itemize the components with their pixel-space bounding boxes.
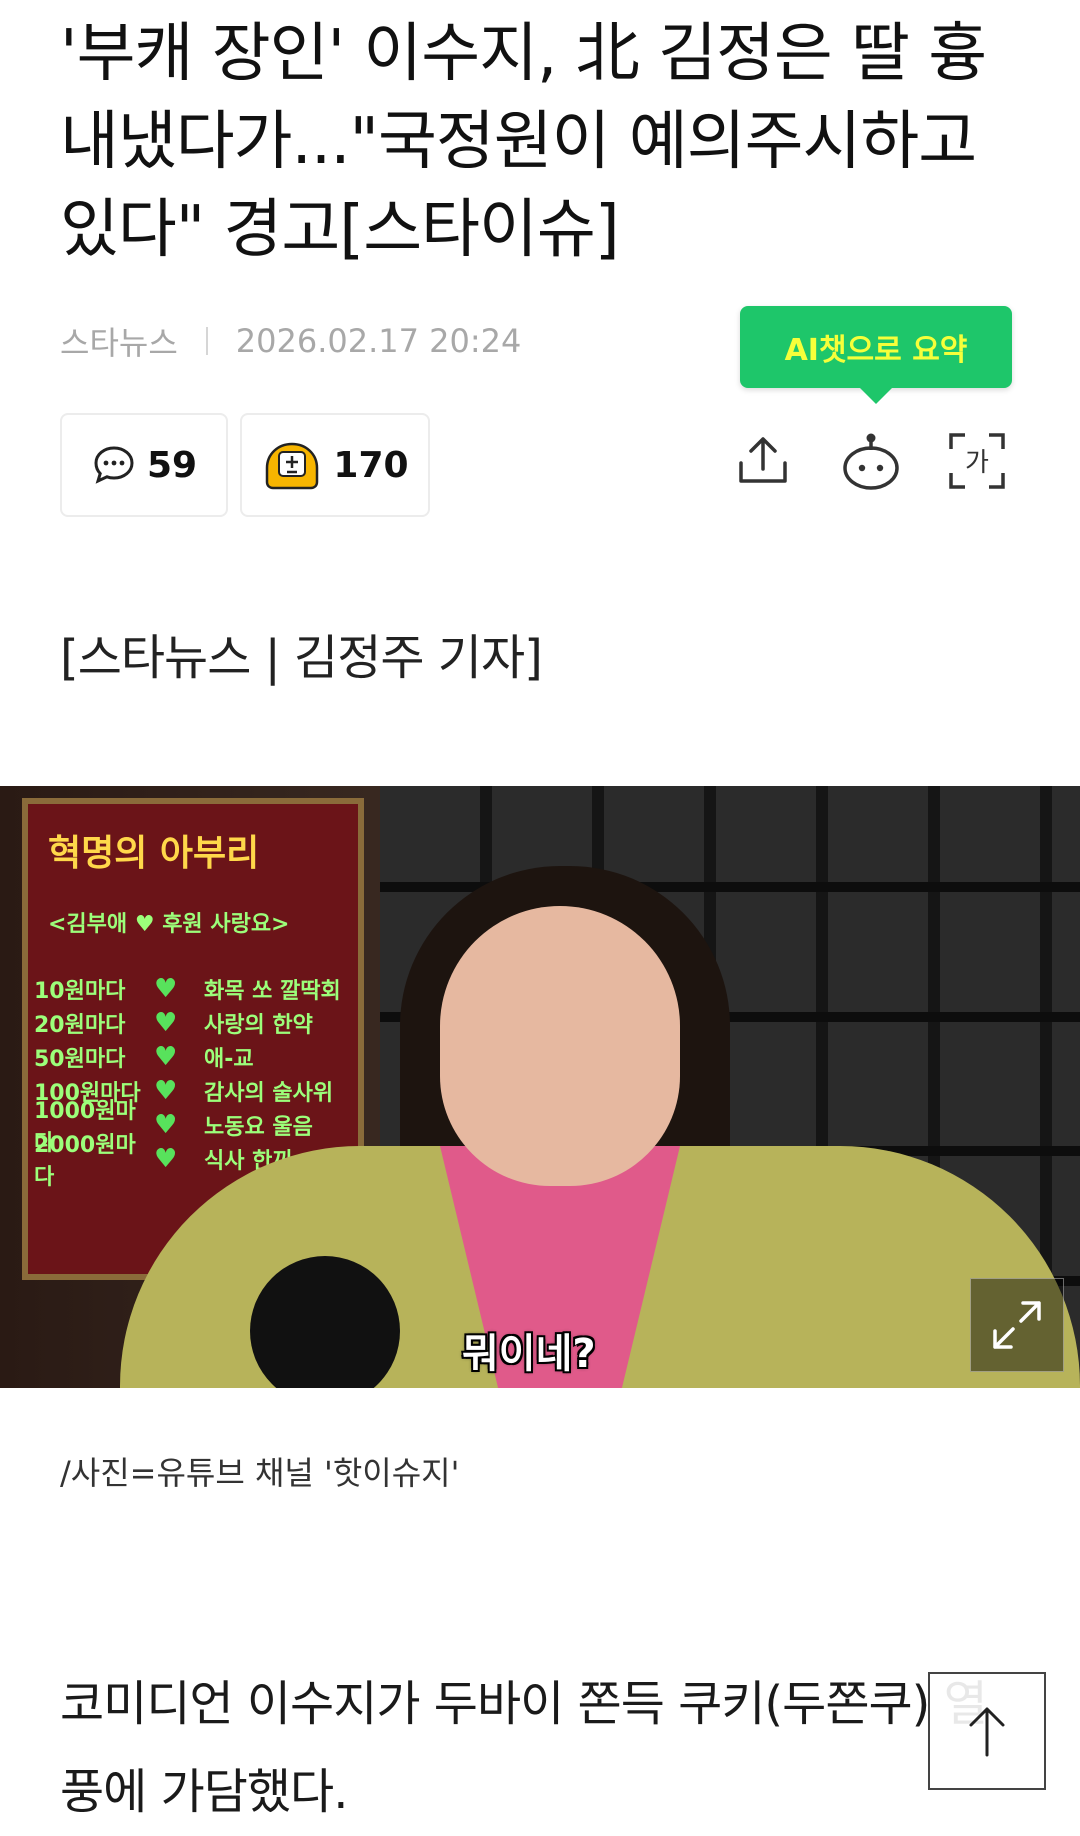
- heart-icon: ♥: [154, 1110, 178, 1140]
- comment-icon: [94, 446, 134, 484]
- svg-text:가: 가: [965, 448, 989, 478]
- reaction-emoji-icon: [266, 442, 319, 490]
- board-amount: 50원마다: [34, 1047, 126, 1072]
- heart-icon: ♥: [154, 1042, 178, 1072]
- expand-icon: [993, 1301, 1041, 1349]
- comment-count: 59: [146, 444, 198, 486]
- board-row: 20원마다 ♥ 사랑의 한약: [34, 1006, 341, 1040]
- board-list: 10원마다 ♥ 화목 쏘 깔딱회 20원마다 ♥ 사랑의 한약 50원마다 ♥ 애-교 10…: [34, 972, 341, 1190]
- board-amount: 2000원마다: [34, 1133, 136, 1190]
- board-text: 애-교: [204, 1047, 254, 1072]
- board-text: 사랑의 한약: [204, 1013, 313, 1038]
- font-size-button[interactable]: 가: [946, 430, 1008, 492]
- comment-button[interactable]: 59: [60, 413, 228, 517]
- heart-icon: ♥: [154, 1144, 178, 1174]
- article-meta: 스타뉴스 2026.02.17 20:24: [60, 318, 521, 364]
- font-size-icon: 가: [949, 433, 1005, 489]
- video-subtitle: 뭐이네?: [462, 1331, 596, 1377]
- board-subtitle: <김부애 ♥ 후원 사랑요>: [48, 912, 290, 937]
- article-body-paragraph: 코미디언 이수지가 두바이 쫀득 쿠키(두쫀쿠) 열풍에 가담했다.: [60, 1676, 988, 1820]
- board-title: 혁명의 아부리: [48, 833, 260, 874]
- article-byline: [스타뉴스 | 김정주 기자]: [60, 630, 543, 686]
- reaction-button[interactable]: 170: [240, 413, 430, 517]
- meta-divider: [205, 327, 208, 355]
- article-photo[interactable]: 혁명의 아부리 <김부애 ♥ 후원 사랑요> 10원마다 ♥ 화목 쏘 깔딱회 20…: [0, 786, 1080, 1388]
- heart-icon: ♥: [154, 1008, 178, 1038]
- board-amount: 10원마다: [34, 979, 126, 1004]
- article-datetime: 2026.02.17 20:24: [235, 322, 522, 360]
- expand-photo-button[interactable]: [970, 1278, 1064, 1372]
- arrow-up-icon: [969, 1707, 1005, 1757]
- ai-summary-button[interactable]: AI챗으로 요약: [740, 306, 1012, 404]
- share-button[interactable]: [732, 430, 794, 492]
- ai-summary-label: AI챗으로 요약: [784, 333, 968, 368]
- article-headline: '부캐 장인' 이수지, 北 김정은 딸 흉내냈다가..."국정원이 예의주시하…: [60, 17, 987, 267]
- board-text: 감사의 술사위: [204, 1081, 334, 1106]
- photo-caption: /사진=유튜브 채널 '핫이슈지': [60, 1454, 460, 1492]
- share-icon: [739, 437, 787, 483]
- board-text: 화목 쏘 깔딱회: [204, 979, 341, 1004]
- person-face: [440, 906, 680, 1186]
- board-text: 노동요 울음: [204, 1115, 313, 1140]
- chat-bot-icon: [843, 433, 899, 490]
- scroll-top-button[interactable]: [928, 1672, 1046, 1790]
- article-source[interactable]: 스타뉴스: [60, 318, 178, 364]
- heart-icon: ♥: [154, 1076, 178, 1106]
- chat-bot-button[interactable]: [840, 430, 902, 492]
- board-row: 10원마다 ♥ 화목 쏘 깔딱회: [34, 972, 341, 1006]
- photo-person: [120, 846, 1080, 1388]
- reaction-count: 170: [333, 444, 409, 486]
- board-row: 50원마다 ♥ 애-교: [34, 1040, 341, 1074]
- board-amount: 20원마다: [34, 1013, 126, 1038]
- heart-icon: ♥: [154, 974, 178, 1004]
